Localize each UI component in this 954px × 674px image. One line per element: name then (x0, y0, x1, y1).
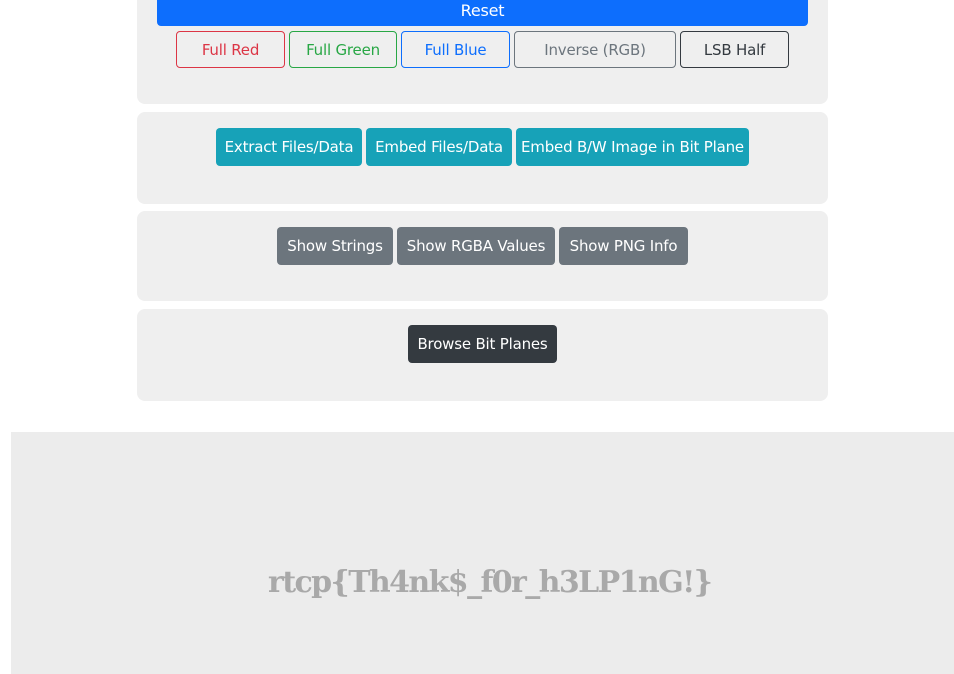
show-png-info-button[interactable]: Show PNG Info (559, 227, 688, 265)
inverse-rgb-button[interactable]: Inverse (RGB) (514, 31, 676, 68)
full-red-button[interactable]: Full Red (176, 31, 285, 68)
show-rgba-values-button[interactable]: Show RGBA Values (397, 227, 555, 265)
browse-bit-planes-button[interactable]: Browse Bit Planes (408, 325, 557, 363)
embed-bw-image-button[interactable]: Embed B/W Image in Bit Plane (516, 128, 749, 166)
full-blue-button[interactable]: Full Blue (401, 31, 510, 68)
lsb-half-button[interactable]: LSB Half (680, 31, 789, 68)
show-strings-button[interactable]: Show Strings (277, 227, 393, 265)
embed-files-button[interactable]: Embed Files/Data (366, 128, 512, 166)
image-preview (11, 432, 954, 674)
full-green-button[interactable]: Full Green (289, 31, 397, 68)
preview-image-text: rtcp{Th4nk$_f0r_h3LP1nG!} (268, 565, 713, 600)
reset-button[interactable]: Reset (157, 0, 808, 26)
extract-files-button[interactable]: Extract Files/Data (216, 128, 362, 166)
